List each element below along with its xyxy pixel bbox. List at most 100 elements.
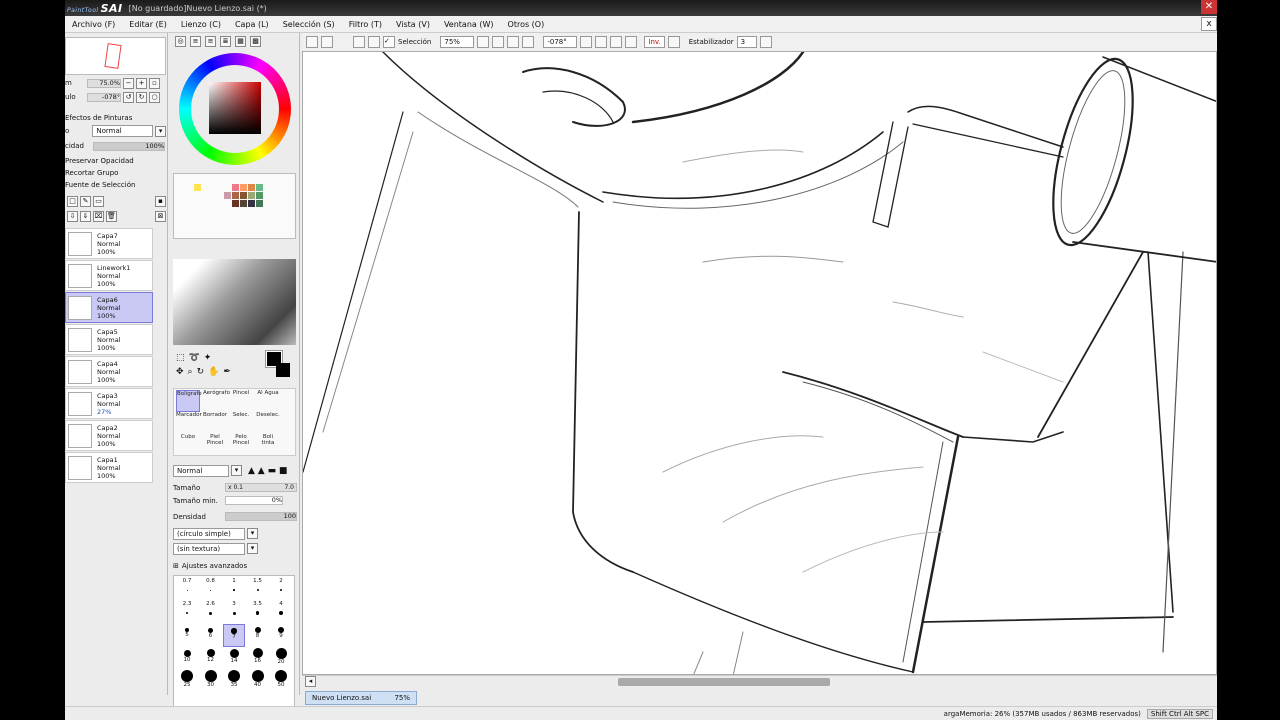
chevron-down-icon[interactable]: ▾ <box>155 125 166 137</box>
zoom-in-icon[interactable] <box>507 36 520 48</box>
zoom-reset-button[interactable]: ▫ <box>149 77 160 89</box>
brush-preset[interactable]: 2 <box>270 578 292 601</box>
layer-row-capa6[interactable]: Capa6 Normal 100% <box>65 292 153 323</box>
brush-preset[interactable]: 2.6 <box>200 601 222 624</box>
layer-blend-select[interactable]: Normal <box>92 125 154 137</box>
brush-preset[interactable]: 1.5 <box>247 578 269 601</box>
brush-shape-select[interactable]: (círculo simple) <box>173 527 245 540</box>
tab-nuevo-lienzo[interactable]: Nuevo Lienzo.sai 75% <box>305 690 417 705</box>
brush-texture-select[interactable]: (sin textura) <box>173 542 245 555</box>
tool-aerografo[interactable]: Aerógrafo <box>203 390 230 412</box>
redo-icon[interactable] <box>321 36 333 48</box>
move-icon[interactable]: ✥ <box>176 367 184 377</box>
rotate-reset-button[interactable]: ○ <box>149 91 160 103</box>
transfer-down-icon[interactable]: ⇩ <box>67 210 78 222</box>
advanced-settings-toggle[interactable]: ⊞ Ajustes avanzados <box>173 560 247 571</box>
rect-select-icon[interactable]: ⬚ <box>176 353 185 363</box>
tool-al-agua[interactable]: Al Agua <box>256 390 280 412</box>
nav-zoom-value[interactable]: 75.0% <box>87 78 121 88</box>
swatch-tab-icon[interactable]: ▦ <box>235 36 246 47</box>
brush-preset[interactable]: 1 <box>223 578 245 601</box>
layer-row-capa5[interactable]: Capa5 Normal 100% <box>65 324 153 355</box>
rotate-right-button[interactable]: ↻ <box>136 91 147 103</box>
layer-row-capa2[interactable]: Capa2 Normal 100% <box>65 420 153 451</box>
tool-pelo-pincel[interactable]: Pelo Pincel <box>229 434 253 456</box>
brush-preset[interactable]: 30 <box>200 670 222 693</box>
zoom-select[interactable]: 75% <box>440 36 475 48</box>
tool-boli-tinta[interactable]: Boli tinta <box>256 434 280 456</box>
close-icon[interactable]: ✕ <box>1201 0 1217 14</box>
rotate-left-icon[interactable] <box>595 36 608 48</box>
chevron-down-icon[interactable] <box>580 36 593 48</box>
brush-preset[interactable]: 35 <box>223 670 245 693</box>
clip-group-checkbox[interactable]: Recortar Grupo <box>65 167 166 179</box>
rotate-reset-icon[interactable] <box>625 36 638 48</box>
brush-preset[interactable]: 8 <box>247 624 269 647</box>
undo-icon[interactable] <box>306 36 318 48</box>
deselect-icon[interactable] <box>353 36 365 48</box>
chevron-down-icon[interactable] <box>759 36 772 48</box>
delete-layer-icon[interactable]: 🗑 <box>106 210 117 222</box>
invert-selection-icon[interactable] <box>368 36 380 48</box>
menu-otros[interactable]: Otros (O) <box>501 20 552 29</box>
document-close-button[interactable]: x <box>1201 17 1217 31</box>
rotate-icon[interactable]: ↻ <box>197 367 205 377</box>
layer-row-capa7[interactable]: Capa7 Normal 100% <box>65 228 153 259</box>
selection-source-checkbox[interactable]: Fuente de Selección <box>65 179 166 191</box>
brush-preset[interactable]: 20 <box>270 647 292 670</box>
mask-delete-icon[interactable]: ⊠ <box>155 210 166 222</box>
menu-filtro[interactable]: Filtro (T) <box>342 20 389 29</box>
brush-density-slider[interactable]: 100 <box>225 512 297 521</box>
layer-row-linework1[interactable]: Linework1 Normal 100% <box>65 260 153 291</box>
chevron-down-icon[interactable]: ▾ <box>247 543 258 554</box>
rgb-slider-tab-icon[interactable]: ≡ <box>190 36 201 47</box>
brush-preset[interactable]: 6 <box>200 624 222 647</box>
zoom-in-button[interactable]: + <box>136 77 147 89</box>
brush-preset[interactable]: 9 <box>270 624 292 647</box>
menu-editar[interactable]: Editar (E) <box>122 20 174 29</box>
lasso-icon[interactable]: ➰ <box>189 353 200 363</box>
tool-piel-pincel[interactable]: Piel Pincel <box>203 434 227 456</box>
navigator-viewport[interactable] <box>104 43 122 69</box>
tool-selec[interactable]: Selec. <box>229 412 253 434</box>
swatch-grid[interactable] <box>173 173 296 239</box>
brush-preset[interactable]: 3 <box>223 601 245 624</box>
menu-capa[interactable]: Capa (L) <box>228 20 276 29</box>
invert-button[interactable]: Inv. <box>644 36 665 48</box>
brush-preset[interactable]: 10 <box>176 647 198 670</box>
tool-borrador[interactable]: Borrador <box>203 412 227 434</box>
flip-icon[interactable] <box>667 36 680 48</box>
clear-layer-icon[interactable]: ⌧ <box>93 210 104 222</box>
zoom-out-icon[interactable] <box>492 36 505 48</box>
scratchpad-tab-icon[interactable]: ▩ <box>250 36 261 47</box>
eyedropper-icon[interactable]: ✒ <box>223 367 231 377</box>
tool-boligrafo[interactable]: Bolígrafo <box>176 390 202 412</box>
color-wheel[interactable] <box>179 53 291 165</box>
brush-preset[interactable]: 2.3 <box>176 601 198 624</box>
chevron-down-icon[interactable]: ▾ <box>247 528 258 539</box>
zoom-icon[interactable]: ⌕ <box>188 367 193 377</box>
horizontal-scrollbar[interactable]: ◂ <box>302 675 1217 688</box>
new-layer-icon[interactable]: □ <box>67 195 78 207</box>
background-color[interactable] <box>276 363 290 377</box>
layer-row-capa1[interactable]: Capa1 Normal 100% <box>65 452 153 483</box>
brush-preset[interactable]: 3.5 <box>247 601 269 624</box>
layer-row-capa3[interactable]: Capa3 Normal 27% <box>65 388 153 419</box>
nav-angle-value[interactable]: -078° <box>87 92 121 102</box>
menu-archivo[interactable]: Archivo (F) <box>65 20 122 29</box>
gradient-tab-icon[interactable]: ≣ <box>220 36 231 47</box>
stabilizer-select[interactable]: 3 <box>736 36 757 48</box>
menu-ventana[interactable]: Ventana (W) <box>437 20 501 29</box>
brush-edge-icons[interactable]: ▲ ▲ ▬ ■ <box>248 466 287 476</box>
brush-preset[interactable]: 5 <box>176 624 198 647</box>
saturation-value-square[interactable] <box>209 82 261 134</box>
brush-blend-select[interactable]: Normal <box>173 464 229 477</box>
color-wheel-tab-icon[interactable]: ◎ <box>175 36 186 47</box>
brush-preset[interactable]: 0.7 <box>176 578 198 601</box>
zoom-reset-icon[interactable] <box>522 36 535 48</box>
chevron-down-icon[interactable] <box>477 36 490 48</box>
tool-cubo[interactable]: Cubo <box>176 434 200 456</box>
tool-deselec[interactable]: Deselec. <box>256 412 280 434</box>
hand-icon[interactable]: ✋ <box>208 367 219 377</box>
scrollbar-thumb[interactable] <box>618 678 830 686</box>
